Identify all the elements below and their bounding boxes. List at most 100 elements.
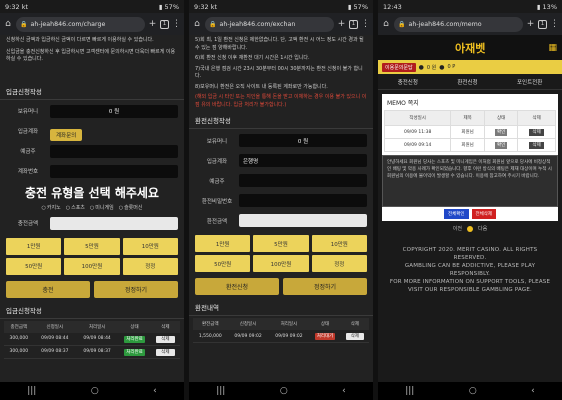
reset-button[interactable]: 정정하기 xyxy=(94,280,178,298)
battery-text: 57% xyxy=(164,2,179,11)
menu-icon[interactable]: ⋮ xyxy=(550,19,559,29)
status-time: 9:32 xyxy=(5,2,20,11)
radio-slot[interactable]: 슬롯머신 xyxy=(119,204,142,211)
field-account: 입금계좌 계좌문의 xyxy=(6,123,178,141)
delete-button[interactable]: 삭제 xyxy=(156,348,175,356)
balance-text: 0 원 xyxy=(426,64,437,71)
cell-title[interactable]: 회원님 xyxy=(450,125,485,139)
new-tab-icon[interactable]: + xyxy=(148,19,157,29)
android-nav-bar: ||| ○ ‹ xyxy=(189,382,373,400)
current-page-dot[interactable] xyxy=(467,225,473,232)
android-nav-bar: ||| ○ ‹ xyxy=(0,382,184,400)
tab-charge[interactable]: 충전신청 xyxy=(398,78,418,86)
chip-50k[interactable]: 5만원 xyxy=(64,237,120,255)
chip-100k[interactable]: 10만원 xyxy=(311,235,367,252)
field-account: 입금계좌 은행명 xyxy=(195,152,367,169)
charge-actions: 충전 정정하기 xyxy=(0,278,184,301)
delete-button[interactable]: 삭제 xyxy=(345,333,365,340)
menu-icon[interactable]: ⋮ xyxy=(172,19,181,29)
warning-text: (해외 입금 시 타인 또는 지인을 통해 돈을 받고 이체하는 경우 이용 불… xyxy=(195,94,367,108)
reset-button[interactable]: 정정하기 xyxy=(283,278,367,295)
prev-page-button[interactable]: 이전 xyxy=(453,225,462,232)
exchange-request-button[interactable]: 환전신청 xyxy=(195,278,279,295)
cell-title[interactable]: 회원님 xyxy=(450,138,485,152)
url-bar[interactable]: 🔒 ah-jeah846.com/charge xyxy=(16,16,145,32)
confirm-all-button[interactable]: 전체확인 xyxy=(443,209,469,219)
cell-state: 확인 xyxy=(483,138,519,152)
field-balance: 보유머니 0 원 xyxy=(195,132,367,149)
tab-count-button[interactable]: 1 xyxy=(160,19,169,29)
field-depositor: 예금주 xyxy=(6,143,178,160)
tab-count-button[interactable]: 1 xyxy=(349,19,358,29)
bank-account-value: 은행명 xyxy=(239,154,367,167)
notice-text: 신청하신 금액과 입금하신 금액이 다르면 빠르게 이용하실 수 있습니다. 신… xyxy=(0,35,184,66)
home-button-icon[interactable]: ○ xyxy=(91,386,99,396)
menu-icon[interactable]: ⋮ xyxy=(361,19,370,29)
account-inquiry-button[interactable]: 계좌문의 xyxy=(50,128,83,141)
tab-count-button[interactable]: 1 xyxy=(538,19,547,29)
copyright-line: COPYRIGHT 2020. MERIT CASINO. ALL RIGHTS… xyxy=(402,247,538,261)
field-balance: 보유머니 0 원 xyxy=(6,103,178,120)
chip-1m[interactable]: 100만원 xyxy=(253,255,309,272)
state-badge: 확인 xyxy=(494,129,508,136)
delete-button[interactable]: 삭제 xyxy=(529,129,544,136)
radio-casino[interactable]: 카지노 xyxy=(42,204,61,211)
url-bar[interactable]: 🔒 ah-jeah846.com/exchan xyxy=(205,16,334,32)
field-exchange-password: 환전비밀번호 xyxy=(195,192,367,209)
tab-point-convert[interactable]: 포인트전환 xyxy=(517,78,542,86)
field-label: 예금주 xyxy=(20,149,36,155)
page-content: 신청하신 금액과 입금하신 금액이 다르면 빠르게 이용하실 수 있습니다. 신… xyxy=(0,35,184,382)
chip-reset[interactable]: 정정 xyxy=(311,255,367,272)
field-label: 환전비밀번호 xyxy=(201,198,233,205)
chip-100k[interactable]: 10만원 xyxy=(122,237,178,255)
account-number-input[interactable] xyxy=(50,164,178,178)
new-tab-icon[interactable]: + xyxy=(337,19,346,29)
chip-1m[interactable]: 100만원 xyxy=(64,257,120,275)
url-bar[interactable]: 🔒 ah-jeah846.com/memo xyxy=(394,16,523,32)
recent-apps-icon[interactable]: ||| xyxy=(216,386,225,396)
radio-minigame[interactable]: 미니게임 xyxy=(90,204,113,211)
exchange-password-input[interactable] xyxy=(239,194,367,207)
chip-50k[interactable]: 5만원 xyxy=(253,235,309,252)
new-tab-icon[interactable]: + xyxy=(526,19,535,29)
home-icon[interactable]: ⌂ xyxy=(192,19,202,29)
chip-500k[interactable]: 50만원 xyxy=(6,257,62,275)
amount-input[interactable] xyxy=(50,216,178,230)
amount-input[interactable] xyxy=(239,214,367,227)
notice-line: 8)보유머니 환전은 오직 사이트 내 등록된 계좌로만 가능합니다. xyxy=(195,83,328,90)
tab-exchange[interactable]: 환전신청 xyxy=(457,78,477,86)
chip-10k[interactable]: 1만원 xyxy=(195,235,251,252)
site-logo[interactable]: 아재벳 xyxy=(392,40,548,56)
chip-500k[interactable]: 50만원 xyxy=(195,255,251,272)
back-icon[interactable]: ‹ xyxy=(342,386,346,396)
chip-10k[interactable]: 1만원 xyxy=(6,237,62,255)
back-icon[interactable]: ‹ xyxy=(531,386,535,396)
home-button-icon[interactable]: ○ xyxy=(469,386,477,396)
depositor-input[interactable] xyxy=(50,144,178,158)
field-label: 예금주 xyxy=(209,178,225,185)
table-row[interactable]: 09/09 09:14 회원님 확인 삭제 xyxy=(383,138,556,152)
next-page-button[interactable]: 다음 xyxy=(478,225,487,232)
recent-apps-icon[interactable]: ||| xyxy=(405,386,414,396)
delete-all-button[interactable]: 전체삭제 xyxy=(471,209,497,219)
grid-menu-icon[interactable]: ▦ xyxy=(548,43,557,53)
col-header: 상태 xyxy=(483,110,519,126)
col-header: 환전금액 xyxy=(193,318,228,330)
delete-button[interactable]: 삭제 xyxy=(529,142,544,149)
radio-sports[interactable]: 스포츠 xyxy=(66,204,85,211)
field-label: 충전금액 xyxy=(17,221,39,227)
notice-text: 5)회 최, 1일 환전 신청은 제한없습니다. 단, 고액 환전 시 어느 정… xyxy=(189,35,373,111)
delete-button[interactable]: 삭제 xyxy=(156,335,175,343)
back-icon[interactable]: ‹ xyxy=(153,386,157,396)
chip-reset[interactable]: 정정 xyxy=(122,257,178,275)
table-row[interactable]: 09/09 11:38 회원님 확인 삭제 xyxy=(383,125,556,139)
cell-delete: 삭제 xyxy=(150,332,180,346)
recent-apps-icon[interactable]: ||| xyxy=(27,386,36,396)
home-icon[interactable]: ⌂ xyxy=(381,19,391,29)
charge-button[interactable]: 충전 xyxy=(6,280,90,298)
status-bar: 12:43 ▮ 13% xyxy=(378,0,562,13)
inquiry-button[interactable]: 이용문의문답 xyxy=(382,62,416,72)
url-text: ah-jeah846.com/charge xyxy=(30,20,106,28)
home-button-icon[interactable]: ○ xyxy=(280,386,288,396)
home-icon[interactable]: ⌂ xyxy=(3,19,13,29)
